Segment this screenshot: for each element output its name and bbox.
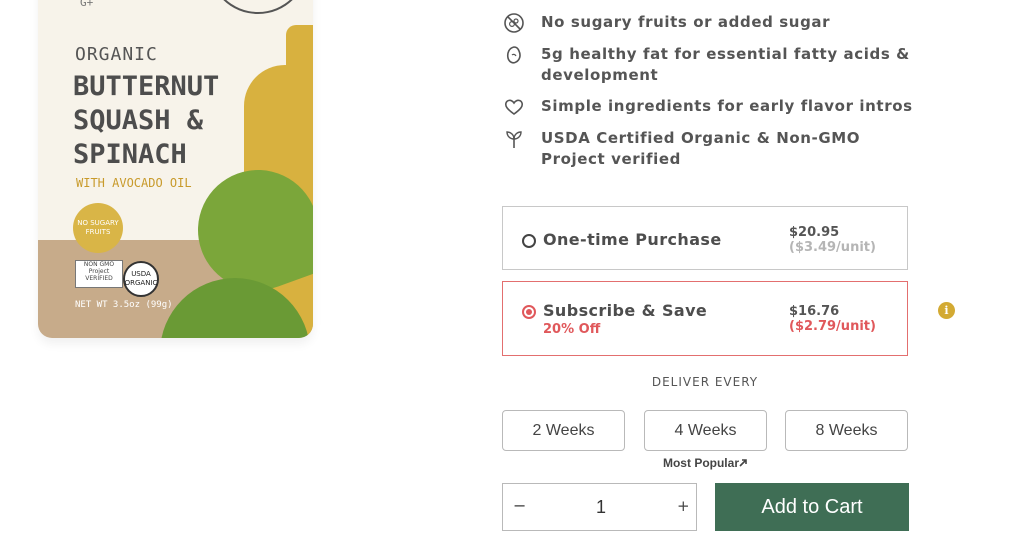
no-sugar-icon — [503, 12, 527, 34]
arrow-up-icon — [739, 456, 748, 470]
product-image: G+ ORGANIC BUTTERNUT SQUASH & SPINACH WI… — [38, 0, 313, 338]
subscribe-unit-price: ($2.79/unit) — [789, 319, 876, 334]
one-time-price: $20.95 — [789, 225, 840, 240]
sprout-icon — [503, 128, 527, 150]
frequency-4-weeks-button[interactable]: 4 Weeks — [644, 410, 767, 451]
benefit-text: USDA Certified Organic & Non-GMO Project… — [541, 129, 861, 168]
frequency-2-weeks-button[interactable]: 2 Weeks — [502, 410, 625, 451]
non-gmo-badge: NON GMO Project VERIFIED — [75, 260, 123, 288]
subscribe-price: $16.76 — [789, 304, 840, 319]
most-popular-text: Most Popular — [662, 456, 739, 470]
brand-logo-icon — [208, 0, 308, 14]
frequency-8-weeks-button[interactable]: 8 Weeks — [785, 410, 908, 451]
one-time-purchase-option[interactable]: One-time Purchase $20.95 ($3.49/unit) — [502, 206, 908, 270]
net-weight-label: NET WT 3.5oz (99g) — [75, 300, 173, 310]
pouch-side-mark: G+ — [80, 0, 94, 9]
benefit-item: No sugary fruits or added sugar — [503, 12, 923, 34]
avocado-icon — [503, 44, 527, 66]
benefit-text: No sugary fruits or added sugar — [541, 13, 831, 31]
quantity-decrease-button[interactable]: − — [513, 496, 526, 515]
subscribe-label: Subscribe & Save — [543, 301, 708, 320]
benefit-item: Simple ingredients for early flavor intr… — [503, 96, 923, 118]
quantity-value[interactable]: 1 — [589, 497, 613, 518]
heart-icon — [503, 96, 527, 118]
benefit-text: 5g healthy fat for essential fatty acids… — [541, 45, 910, 84]
quantity-stepper: − 1 + — [502, 483, 697, 531]
usda-organic-badge: USDA ORGANIC — [123, 261, 159, 297]
one-time-radio[interactable] — [522, 234, 536, 248]
add-to-cart-button[interactable]: Add to Cart — [715, 483, 909, 531]
pouch-organic-label: ORGANIC — [75, 44, 158, 65]
pouch-product-title: BUTTERNUT SQUASH & SPINACH — [73, 71, 220, 170]
squash-stem-illustration — [286, 25, 313, 95]
quantity-increase-button[interactable]: + — [677, 497, 690, 515]
one-time-label: One-time Purchase — [543, 230, 722, 249]
most-popular-label: Most Popular — [644, 456, 767, 470]
subscribe-radio[interactable] — [522, 305, 536, 319]
info-icon[interactable]: i — [938, 302, 955, 319]
benefit-item: USDA Certified Organic & Non-GMO Project… — [503, 128, 923, 170]
no-sugary-fruits-badge: NO SUGARY FRUITS — [73, 203, 123, 253]
benefits-list: No sugary fruits or added sugar 5g healt… — [503, 12, 923, 180]
subscribe-discount: 20% Off — [543, 322, 601, 337]
benefit-item: 5g healthy fat for essential fatty acids… — [503, 44, 923, 86]
pouch-product-subtitle: WITH AVOCADO OIL — [76, 176, 192, 190]
one-time-unit-price: ($3.49/unit) — [789, 240, 876, 255]
benefit-text: Simple ingredients for early flavor intr… — [541, 97, 913, 115]
subscribe-and-save-option[interactable]: Subscribe & Save 20% Off $16.76 ($2.79/u… — [502, 281, 908, 356]
deliver-every-label: DELIVER EVERY — [651, 375, 759, 389]
